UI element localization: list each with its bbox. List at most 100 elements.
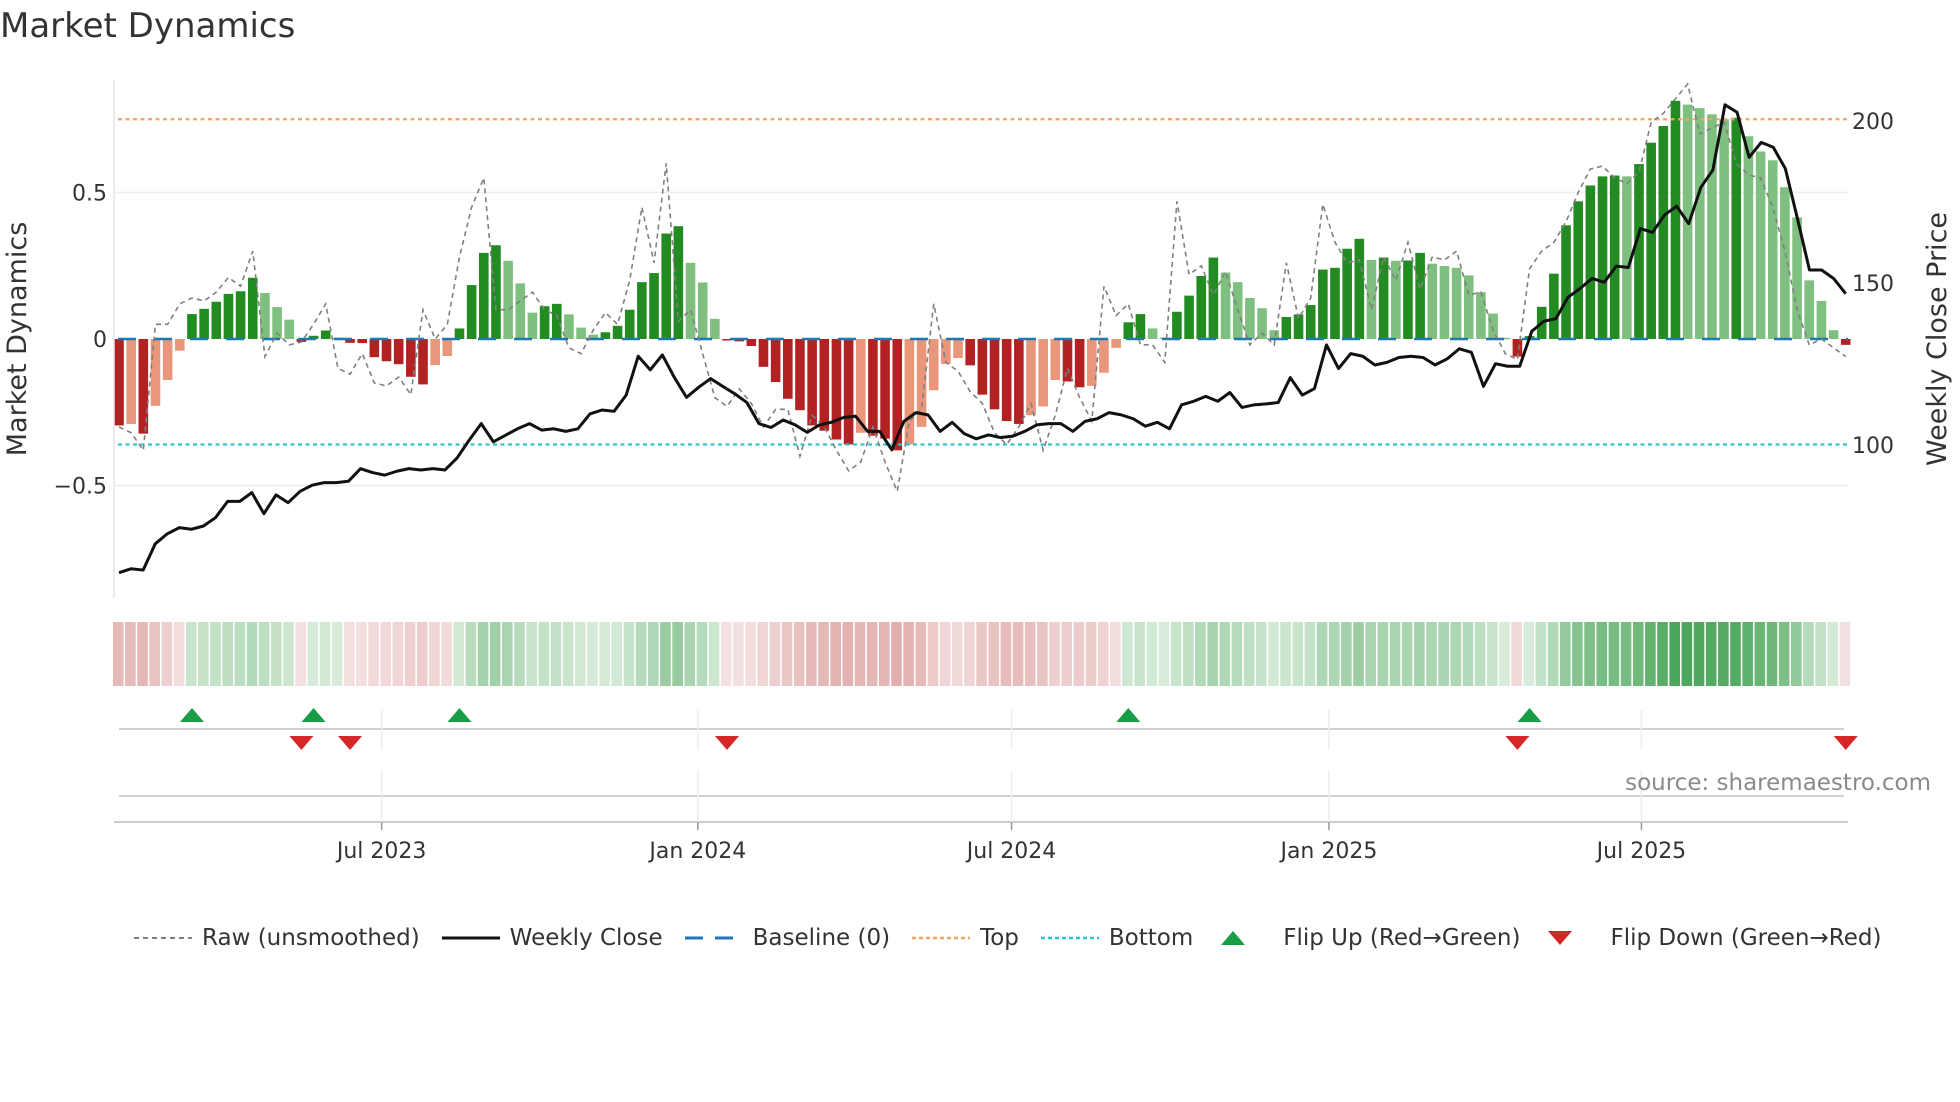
strip-cell xyxy=(489,622,501,686)
legend-label: Weekly Close xyxy=(509,925,663,951)
strip-cell xyxy=(879,622,890,686)
strip-cell xyxy=(1122,622,1133,686)
momentum-bar xyxy=(150,339,161,406)
momentum-bar xyxy=(843,339,854,445)
strip-cell xyxy=(562,622,574,686)
momentum-bar xyxy=(928,339,939,391)
strip-cell xyxy=(514,622,525,686)
legend-label: Top xyxy=(980,925,1019,951)
momentum-bar xyxy=(1695,108,1705,339)
momentum-bar xyxy=(223,293,234,339)
legend-item-baseline: Baseline (0) xyxy=(684,925,890,951)
momentum-bar xyxy=(1111,339,1121,348)
momentum-bar xyxy=(1257,308,1267,339)
strip-cell xyxy=(1037,622,1048,686)
x-axis: Jul 2023 Jan 2024 Jul 2024 Jan 2025 Jul 2025 xyxy=(114,710,1848,864)
strip-cell xyxy=(830,622,841,686)
strip-cell xyxy=(1146,622,1158,686)
momentum-bar xyxy=(320,330,331,339)
flip-up-marker xyxy=(1116,708,1141,722)
strip-cell xyxy=(1730,622,1741,686)
strip-cell xyxy=(1061,622,1072,686)
strip-cell xyxy=(1207,622,1218,686)
momentum-bar xyxy=(868,339,878,436)
strip-cell xyxy=(149,622,160,686)
strip-cell xyxy=(1766,622,1778,686)
strip-cell xyxy=(660,622,671,686)
strip-cell xyxy=(854,622,866,686)
flip-up-marker xyxy=(447,708,472,722)
momentum-bar xyxy=(1743,136,1754,339)
momentum-bar xyxy=(381,339,392,362)
strip-cell xyxy=(1097,622,1109,686)
momentum-bar xyxy=(284,319,295,339)
momentum-bar xyxy=(1366,259,1377,339)
legend-item-flip-down: Flip Down (Green→Red) xyxy=(1542,925,1881,951)
strip-cell xyxy=(1705,622,1717,686)
momentum-bar xyxy=(1001,339,1012,422)
momentum-bar xyxy=(1318,269,1328,339)
strip-cell xyxy=(1535,622,1547,686)
strip-cell xyxy=(1584,622,1595,686)
momentum-bar xyxy=(515,283,526,339)
strip-cell xyxy=(1693,622,1705,686)
strip-cell xyxy=(1024,622,1036,686)
strip-cell xyxy=(1341,622,1352,686)
strip-cell xyxy=(1669,622,1680,686)
dashed-gray-line-icon xyxy=(134,937,192,939)
flip-down-marker xyxy=(338,736,363,750)
strip-cell xyxy=(137,622,148,686)
strip-cell xyxy=(891,622,902,686)
strip-cell xyxy=(1474,622,1486,686)
strip-cell xyxy=(903,622,914,686)
strip-cell xyxy=(635,622,647,686)
strip-cell xyxy=(793,622,805,686)
momentum-bar xyxy=(710,318,720,339)
momentum-bar xyxy=(1658,125,1669,339)
momentum-bar xyxy=(977,339,988,395)
strip-cell xyxy=(392,622,404,686)
strip-cell xyxy=(319,622,331,686)
momentum-bar xyxy=(357,339,367,344)
strip-cell xyxy=(538,622,550,686)
strip-cell xyxy=(1073,622,1085,686)
momentum-bar xyxy=(454,328,465,339)
momentum-bar xyxy=(211,301,222,339)
strip-cell xyxy=(222,622,233,686)
regime-heat-strip xyxy=(112,622,1851,686)
strip-cell xyxy=(988,622,1000,686)
strip-cell xyxy=(1511,622,1522,686)
momentum-bar xyxy=(1050,339,1061,381)
strip-cell xyxy=(295,622,306,686)
strip-cell xyxy=(198,622,209,686)
strip-cell xyxy=(915,622,927,686)
strip-cell xyxy=(1645,622,1656,686)
momentum-bar xyxy=(795,339,805,411)
strip-cell xyxy=(331,622,343,686)
strip-cell xyxy=(733,622,744,686)
y2-tick-label: 200 xyxy=(1852,110,1894,135)
strip-cell xyxy=(1487,622,1498,686)
x-tick-label: Jul 2025 xyxy=(1595,839,1687,864)
strip-cell xyxy=(757,622,768,686)
strip-cell xyxy=(781,622,793,686)
strip-cell xyxy=(1438,622,1449,686)
strip-cell xyxy=(1778,622,1790,686)
momentum-bar xyxy=(1123,322,1134,339)
momentum-bar xyxy=(1816,300,1827,339)
momentum-bar xyxy=(989,339,1000,410)
momentum-bar xyxy=(637,282,647,339)
strip-cell xyxy=(246,622,258,686)
strip-cell xyxy=(380,622,392,686)
flip-markers xyxy=(119,708,1858,797)
strip-cell xyxy=(185,622,197,686)
momentum-bar xyxy=(126,339,136,424)
legend-item-top: Top xyxy=(912,925,1019,951)
strip-cell xyxy=(1791,622,1802,686)
triangle-up-icon xyxy=(1221,931,1246,945)
strip-cell xyxy=(1839,622,1851,686)
momentum-bar xyxy=(576,327,586,339)
strip-cell xyxy=(1681,622,1693,686)
momentum-bar xyxy=(1840,339,1851,345)
momentum-bar xyxy=(564,314,574,339)
